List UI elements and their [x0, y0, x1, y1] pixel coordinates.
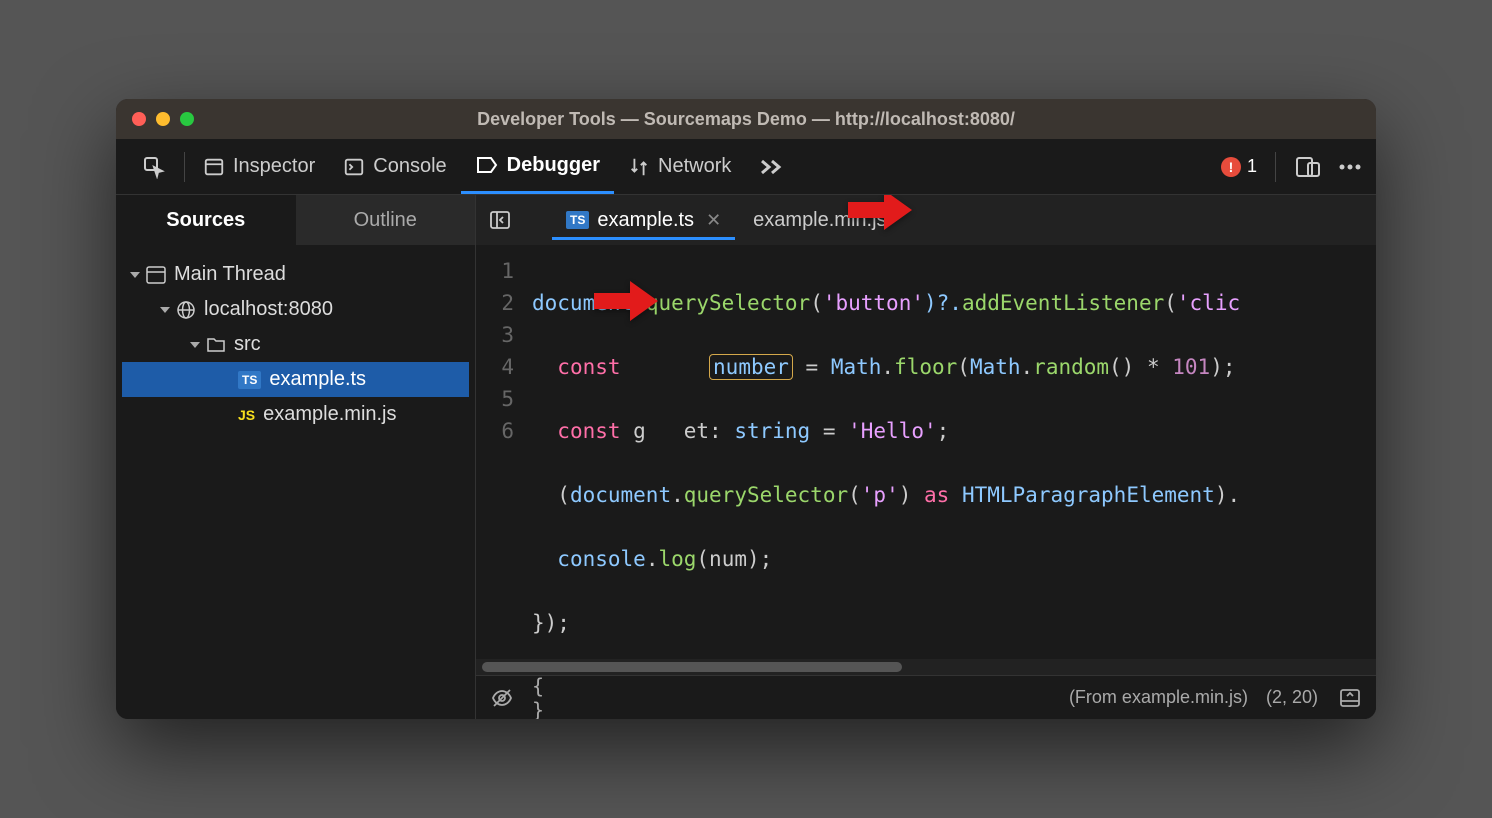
responsive-mode-button[interactable] — [1294, 153, 1322, 181]
line-number: 5 — [476, 383, 514, 415]
line-number: 4 — [476, 351, 514, 383]
highlighted-type: number — [709, 354, 793, 380]
inspector-icon — [203, 156, 225, 178]
tab-network-label: Network — [658, 155, 731, 178]
tab-console-label: Console — [373, 155, 446, 178]
toggle-sidebar-button[interactable] — [486, 206, 514, 234]
close-button[interactable] — [132, 112, 146, 126]
separator — [1275, 152, 1276, 182]
more-menu-button[interactable] — [1336, 153, 1364, 181]
editor-tab-js-label: example.min.js — [753, 209, 886, 232]
tree-file-example-ts[interactable]: TS example.ts — [122, 362, 469, 397]
error-icon: ! — [1221, 157, 1241, 177]
folder-icon — [206, 336, 226, 354]
overflow-tabs[interactable] — [745, 139, 799, 194]
tree-file-ts-label: example.ts — [269, 368, 366, 391]
tab-inspector[interactable]: Inspector — [189, 139, 329, 194]
sidebar-tab-outline[interactable]: Outline — [296, 195, 476, 245]
window-title: Developer Tools — Sourcemaps Demo — http… — [116, 109, 1376, 130]
titlebar: Developer Tools — Sourcemaps Demo — http… — [116, 99, 1376, 139]
tree-main-thread[interactable]: Main Thread — [122, 257, 469, 292]
globe-icon — [176, 300, 196, 320]
ts-icon: TS — [566, 211, 589, 229]
cursor-position: (2, 20) — [1266, 687, 1318, 708]
tree-host-label: localhost:8080 — [204, 298, 333, 321]
debugger-icon — [475, 154, 499, 176]
editor-tab-ts-label: example.ts — [597, 209, 694, 232]
line-number: 6 — [476, 415, 514, 447]
footer-right: (From example.min.js) (2, 20) — [1069, 684, 1364, 712]
close-tab-button[interactable]: ✕ — [706, 210, 721, 231]
code-body: document.querySelector('button')?.addEve… — [524, 245, 1376, 659]
editor-tab-example-ts[interactable]: TS example.ts ✕ — [552, 201, 735, 240]
gutter: 1 2 3 4 5 6 — [476, 245, 524, 659]
responsive-icon — [1295, 155, 1321, 179]
source-tree: Main Thread localhost:8080 src TS exampl… — [116, 245, 475, 444]
chevron-down-icon — [190, 342, 200, 348]
tab-network[interactable]: Network — [614, 139, 745, 194]
tree-folder-src[interactable]: src — [122, 327, 469, 362]
sourcemap-origin-label: (From example.min.js) — [1069, 687, 1248, 708]
toolbar: Inspector Console Debugger Network ! 1 — [116, 139, 1376, 195]
toolbar-right: ! 1 — [1221, 152, 1364, 182]
error-count[interactable]: ! 1 — [1221, 156, 1257, 177]
window-icon — [146, 266, 166, 284]
toggle-panel-button[interactable] — [1336, 684, 1364, 712]
panel-bottom-icon — [1339, 687, 1361, 709]
console-icon — [343, 156, 365, 178]
tab-inspector-label: Inspector — [233, 155, 315, 178]
traffic-lights — [132, 112, 194, 126]
more-icon — [1338, 163, 1362, 171]
editor-tab-example-min-js[interactable]: example.min.js — [739, 201, 900, 240]
tree-file-example-min-js[interactable]: JS example.min.js — [122, 397, 469, 432]
eye-off-icon — [491, 687, 513, 709]
separator — [184, 152, 185, 182]
blackbox-button[interactable] — [488, 684, 516, 712]
editor-tabs: TS example.ts ✕ example.min.js — [476, 195, 1376, 245]
js-icon: JS — [238, 407, 255, 423]
pick-element-button[interactable] — [128, 139, 180, 194]
editor-area: TS example.ts ✕ example.min.js 1 2 3 4 5… — [476, 195, 1376, 719]
ts-icon: TS — [238, 371, 261, 389]
chevron-down-icon — [130, 272, 140, 278]
tree-file-js-label: example.min.js — [263, 403, 396, 426]
tab-debugger[interactable]: Debugger — [461, 139, 614, 194]
line-number: 3 — [476, 319, 514, 351]
sidebar: Sources Outline Main Thread localhost:80… — [116, 195, 476, 719]
pretty-print-button[interactable]: { } — [532, 684, 560, 712]
minimize-button[interactable] — [156, 112, 170, 126]
maximize-button[interactable] — [180, 112, 194, 126]
panel-left-icon — [489, 209, 511, 231]
chevron-double-right-icon — [759, 156, 785, 178]
code-editor[interactable]: 1 2 3 4 5 6 document.querySelector('butt… — [476, 245, 1376, 659]
horizontal-scrollbar[interactable] — [476, 659, 1376, 675]
line-number: 1 — [476, 255, 514, 287]
line-number: 2 — [476, 287, 514, 319]
tab-debugger-label: Debugger — [507, 154, 600, 177]
picker-icon — [142, 155, 166, 179]
editor-footer: { } (From example.min.js) (2, 20) — [476, 675, 1376, 719]
tab-console[interactable]: Console — [329, 139, 460, 194]
network-icon — [628, 156, 650, 178]
chevron-down-icon — [160, 307, 170, 313]
sidebar-tabs: Sources Outline — [116, 195, 475, 245]
tree-folder-label: src — [234, 333, 261, 356]
error-count-value: 1 — [1247, 156, 1257, 177]
sidebar-tab-sources[interactable]: Sources — [116, 195, 296, 245]
devtools-window: Developer Tools — Sourcemaps Demo — http… — [116, 99, 1376, 719]
scrollbar-thumb[interactable] — [482, 662, 902, 672]
content: Sources Outline Main Thread localhost:80… — [116, 195, 1376, 719]
tree-host[interactable]: localhost:8080 — [122, 292, 469, 327]
tree-main-thread-label: Main Thread — [174, 263, 286, 286]
